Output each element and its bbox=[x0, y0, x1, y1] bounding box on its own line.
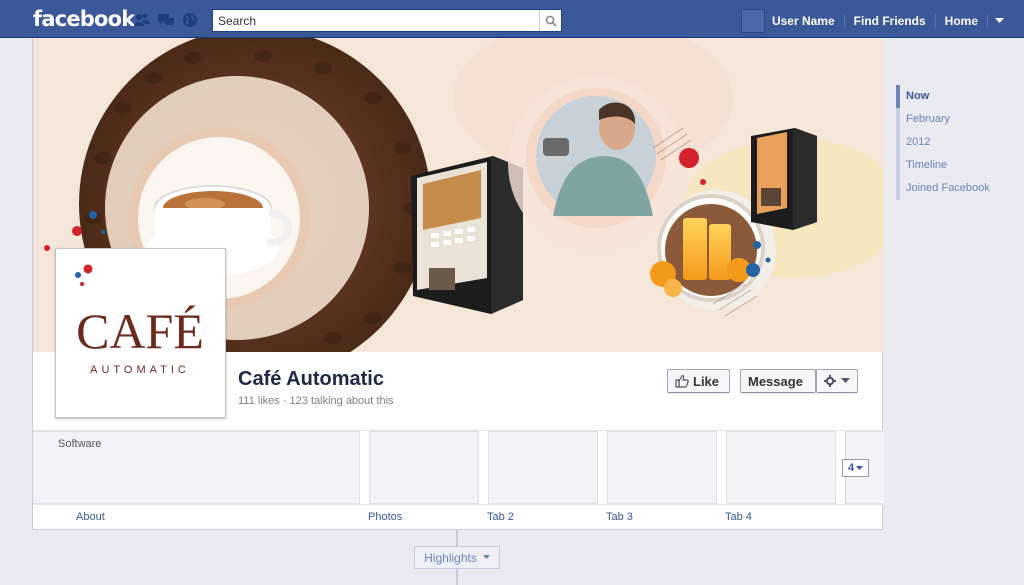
like-label: Like bbox=[693, 373, 720, 389]
logo-subtitle: AUTOMATIC bbox=[90, 364, 190, 376]
search-box bbox=[212, 9, 562, 32]
logo-word: CAFÉ bbox=[76, 303, 204, 359]
top-bar: facebook User Name Find Friends Home bbox=[0, 0, 1024, 38]
vending-machine-left bbox=[411, 156, 523, 314]
scrubber-2012[interactable]: 2012 bbox=[896, 131, 990, 154]
gear-icon bbox=[824, 375, 836, 387]
friend-requests-icon[interactable] bbox=[133, 12, 151, 28]
more-tabs-button[interactable]: 4 bbox=[842, 459, 869, 477]
page-stats: 111 likes · 123 talking about this bbox=[238, 395, 394, 407]
apps-strip: Software 4 About Photos Tab 2 Tab 3 Tab … bbox=[33, 430, 884, 530]
more-tabs-count: 4 bbox=[847, 462, 855, 474]
scrubber-joined-facebook[interactable]: Joined Facebook bbox=[896, 177, 990, 200]
tab-4-thumb[interactable] bbox=[726, 431, 836, 504]
chevron-down-icon bbox=[856, 465, 864, 470]
home-link[interactable]: Home bbox=[936, 14, 988, 28]
cafe-automatic-logo: CAFÉ AUTOMATIC bbox=[60, 253, 221, 413]
chevron-down-icon bbox=[841, 378, 850, 383]
user-avatar[interactable] bbox=[740, 9, 765, 33]
page-title: Café Automatic bbox=[238, 368, 384, 390]
search-icon bbox=[545, 15, 557, 27]
notification-jewels bbox=[133, 12, 199, 28]
about-box[interactable]: Software bbox=[33, 431, 360, 504]
timeline-scrubber: Now February 2012 Timeline Joined Facebo… bbox=[896, 85, 990, 200]
highlights-button[interactable]: Highlights bbox=[414, 546, 500, 569]
thumbs-up-icon bbox=[675, 375, 689, 388]
tab-about[interactable]: About bbox=[76, 511, 105, 523]
apps-divider bbox=[33, 504, 884, 505]
logo-graphic: CAFÉ AUTOMATIC bbox=[75, 264, 204, 376]
top-nav: User Name Find Friends Home bbox=[740, 9, 1010, 33]
vending-machine-right bbox=[751, 128, 817, 230]
timeline-card: CAFÉ AUTOMATIC Café Automatic 111 likes … bbox=[32, 38, 884, 530]
messages-icon[interactable] bbox=[157, 12, 175, 28]
find-friends-link[interactable]: Find Friends bbox=[845, 14, 936, 28]
chevron-down-icon bbox=[994, 18, 1004, 23]
notifications-globe-icon[interactable] bbox=[181, 12, 199, 28]
scrubber-february[interactable]: February bbox=[896, 108, 990, 131]
scrubber-now[interactable]: Now bbox=[896, 85, 990, 108]
facebook-logo[interactable]: facebook bbox=[33, 7, 135, 31]
tab-3[interactable]: Tab 3 bbox=[606, 511, 633, 523]
message-button[interactable]: Message bbox=[740, 369, 816, 393]
search-button[interactable] bbox=[539, 10, 561, 31]
user-name-link[interactable]: User Name bbox=[772, 14, 845, 28]
tab-2-thumb[interactable] bbox=[488, 431, 598, 504]
tab-4[interactable]: Tab 4 bbox=[725, 511, 752, 523]
settings-menu-button[interactable] bbox=[816, 369, 858, 393]
tab-3-thumb[interactable] bbox=[607, 431, 717, 504]
account-menu-button[interactable] bbox=[988, 14, 1010, 28]
about-category: Software bbox=[58, 438, 102, 450]
profile-picture[interactable]: CAFÉ AUTOMATIC bbox=[55, 248, 226, 418]
message-label: Message bbox=[748, 373, 803, 389]
highlights-label: Highlights bbox=[424, 550, 477, 565]
like-button[interactable]: Like bbox=[667, 369, 730, 393]
tab-2[interactable]: Tab 2 bbox=[487, 511, 514, 523]
search-input[interactable] bbox=[213, 10, 541, 31]
chevron-down-icon bbox=[482, 555, 490, 559]
tab-photos[interactable]: Photos bbox=[368, 511, 402, 523]
photos-tab-thumb[interactable] bbox=[369, 431, 479, 504]
scrubber-timeline[interactable]: Timeline bbox=[896, 154, 990, 177]
